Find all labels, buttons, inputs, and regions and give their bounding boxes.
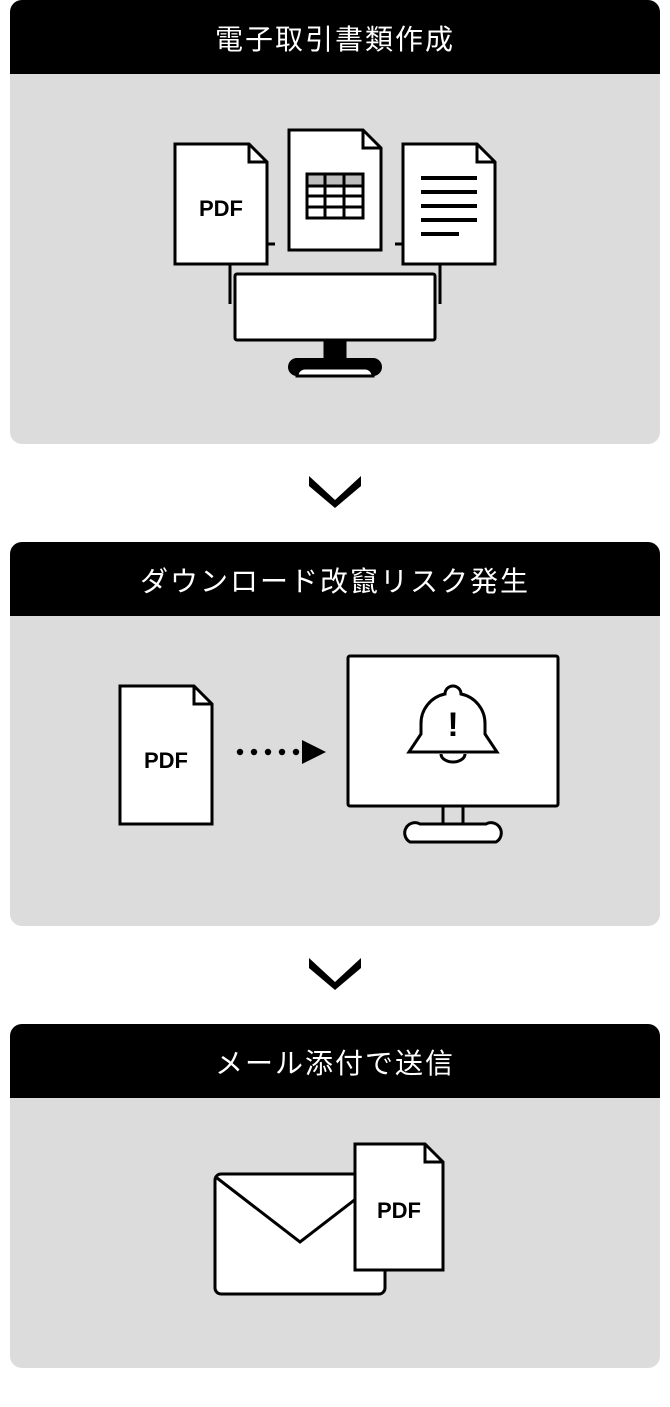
step-3-title: メール添付で送信 — [10, 1024, 660, 1098]
pdf-label: PDF — [377, 1198, 421, 1223]
step-1-illustration: PDF — [10, 74, 660, 444]
step-2-illustration: PDF — [10, 616, 660, 926]
chevron-down-icon — [305, 954, 365, 990]
tamper-risk-icon: PDF — [100, 646, 570, 886]
flow-arrow-1 — [0, 444, 670, 542]
step-3-illustration: PDF — [10, 1098, 660, 1368]
step-2-title: ダウンロード改竄リスク発生 — [10, 542, 660, 616]
mail-attach-icon: PDF — [205, 1138, 465, 1318]
step-3-panel: メール添付で送信 PDF — [10, 1024, 660, 1368]
flow-arrow-2 — [0, 926, 670, 1024]
step-1-title: 電子取引書類作成 — [10, 0, 660, 74]
create-documents-icon: PDF — [155, 104, 515, 404]
pdf-label: PDF — [199, 196, 243, 221]
pdf-label: PDF — [144, 748, 188, 773]
step-2-panel: ダウンロード改竄リスク発生 PDF — [10, 542, 660, 926]
dotted-arrow-icon — [237, 740, 326, 764]
step-1-panel: 電子取引書類作成 PDF — [10, 0, 660, 444]
exclamation-icon: ! — [447, 706, 458, 744]
chevron-down-icon — [305, 472, 365, 508]
